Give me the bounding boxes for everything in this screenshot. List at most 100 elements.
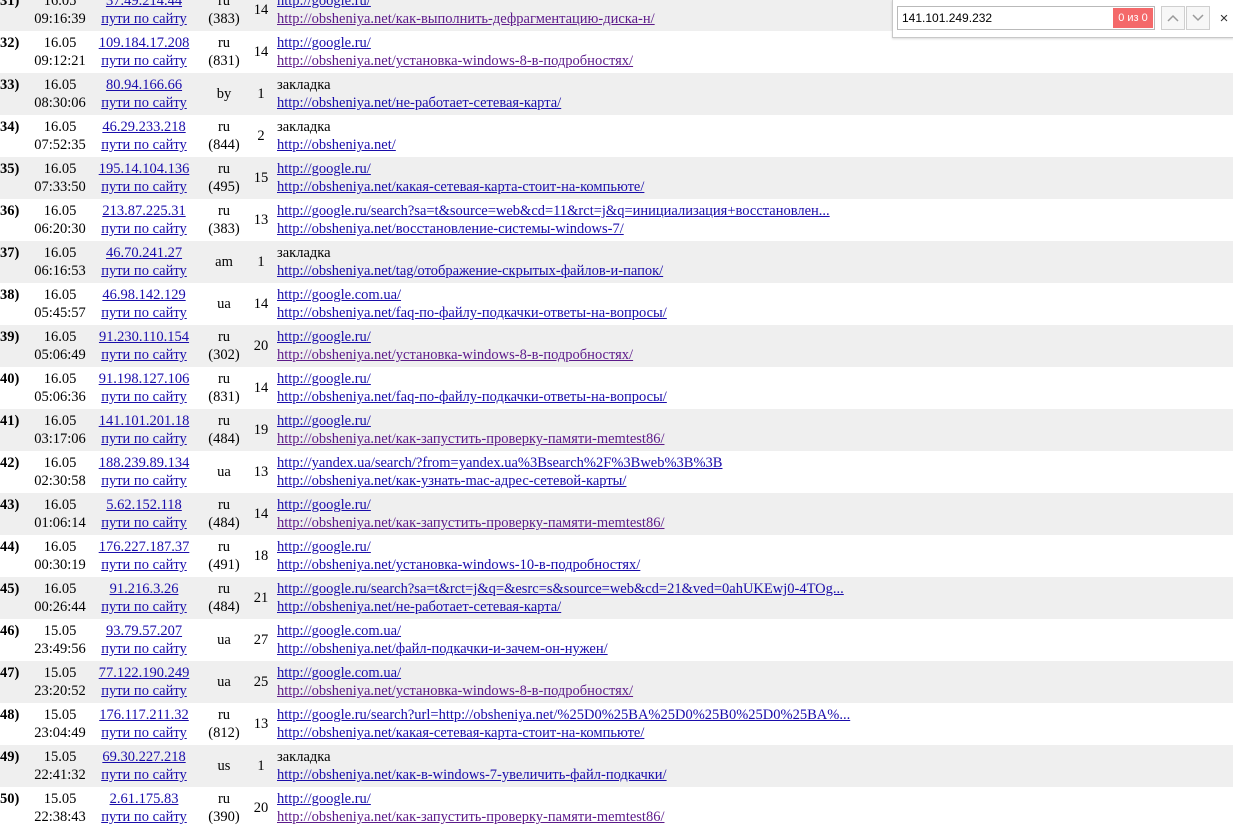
ip-address-link[interactable]: 37.49.214.44 [106,0,182,9]
country-visits-count: (495) [208,179,240,195]
landing-page-link[interactable]: http://obsheniya.net/какая-сетевая-карта… [277,179,644,195]
site-paths-link[interactable]: пути по сайту [101,683,187,699]
landing-page-link[interactable]: http://obsheniya.net/восстановление-сист… [277,221,624,237]
ip-address-link[interactable]: 91.216.3.26 [110,581,179,597]
ip-address-link[interactable]: 2.61.175.83 [110,791,179,807]
referrer-link[interactable]: http://google.ru/ [277,497,371,513]
country-code: ru [217,581,231,597]
site-paths-link[interactable]: пути по сайту [101,473,187,489]
site-paths-link[interactable]: пути по сайту [101,725,187,741]
landing-page-link[interactable]: http://obsheniya.net/faq-по-файлу-подкач… [277,389,667,405]
site-paths-link[interactable]: пути по сайту [101,53,187,69]
ip-address-link[interactable]: 188.239.89.134 [99,455,190,471]
site-paths-link[interactable]: пути по сайту [101,347,187,363]
landing-page-link[interactable]: http://obsheniya.net/ [277,137,396,153]
referrer-bookmark-label: закладка [277,245,331,261]
ip-address-link[interactable]: 46.70.241.27 [106,245,182,261]
links-cell: http://google.ru/http://obsheniya.net/fa… [277,370,667,406]
country-code: by [216,86,232,102]
site-paths-link[interactable]: пути по сайту [101,389,187,405]
referrer-link[interactable]: http://google.ru/ [277,35,371,51]
landing-page-link[interactable]: http://obsheniya.net/файл-подкачки-и-зач… [277,641,608,657]
landing-page-link[interactable]: http://obsheniya.net/установка-windows-8… [277,683,633,699]
ip-address-link[interactable]: 80.94.166.66 [106,77,182,93]
referrer-link[interactable]: http://google.ru/ [277,161,371,177]
ip-address-link[interactable]: 46.29.233.218 [102,119,185,135]
page-depth: 18 [253,548,269,564]
landing-page-link[interactable]: http://obsheniya.net/как-запустить-прове… [277,431,664,447]
referrer-link[interactable]: http://google.ru/ [277,413,371,429]
site-paths-link[interactable]: пути по сайту [101,599,187,615]
referrer-link[interactable]: http://google.ru/ [277,791,371,807]
referrer-link[interactable]: http://google.ru/ [277,371,371,387]
visit-date: 16.05 [43,329,77,345]
row-number: 41) [0,413,20,429]
site-paths-link[interactable]: пути по сайту [101,305,187,321]
site-paths-link[interactable]: пути по сайту [101,95,187,111]
referrer-link[interactable]: http://google.ru/search?sa=t&rct=j&q=&es… [277,581,844,597]
site-paths-link[interactable]: пути по сайту [101,767,187,783]
ip-address-link[interactable]: 69.30.227.218 [102,749,185,765]
landing-page-link[interactable]: http://obsheniya.net/установка-windows-8… [277,53,633,69]
landing-page-link[interactable]: http://obsheniya.net/установка-windows-8… [277,347,633,363]
ip-address-link[interactable]: 91.198.127.106 [99,371,190,387]
table-row: 34) 16.05 07:52:35 46.29.233.218 пути по сай… [0,115,1233,157]
site-paths-link[interactable]: пути по сайту [101,11,187,27]
referrer-link[interactable]: http://google.ru/ [277,0,371,9]
find-previous-button[interactable] [1161,6,1185,30]
ip-address-link[interactable]: 5.62.152.118 [106,497,182,513]
site-paths-link[interactable]: пути по сайту [101,809,187,825]
landing-page-link[interactable]: http://obsheniya.net/как-узнать-mac-адре… [277,473,626,489]
landing-page-link[interactable]: http://obsheniya.net/как-в-windows-7-уве… [277,767,667,783]
row-number: 43) [0,497,20,513]
visitor-cell: 80.94.166.66 пути по сайту [90,76,198,112]
chevron-up-icon [1167,14,1179,22]
referrer-link[interactable]: http://google.ru/search?url=http://obshe… [277,707,850,723]
landing-page-link[interactable]: http://obsheniya.net/не-работает-сетевая… [277,599,561,615]
referrer-link[interactable]: http://google.ru/search?sa=t&source=web&… [277,203,830,219]
landing-page-link[interactable]: http://obsheniya.net/faq-по-файлу-подкач… [277,305,667,321]
landing-page-link[interactable]: http://obsheniya.net/какая-сетевая-карта… [277,725,644,741]
landing-page-link[interactable]: http://obsheniya.net/как-запустить-прове… [277,515,664,531]
site-paths-link[interactable]: пути по сайту [101,641,187,657]
ip-address-link[interactable]: 109.184.17.208 [99,35,190,51]
ip-address-link[interactable]: 176.227.187.37 [99,539,190,555]
find-next-button[interactable] [1186,6,1210,30]
landing-page-link[interactable]: http://obsheniya.net/tag/отображение-скр… [277,263,663,279]
site-paths-link[interactable]: пути по сайту [101,137,187,153]
ip-address-link[interactable]: 46.98.142.129 [102,287,185,303]
referrer-link[interactable]: http://google.ru/ [277,539,371,555]
referrer-link[interactable]: http://google.com.ua/ [277,665,401,681]
landing-page-link[interactable]: http://obsheniya.net/установка-windows-1… [277,557,640,573]
site-paths-link[interactable]: пути по сайту [101,179,187,195]
ip-address-link[interactable]: 93.79.57.207 [106,623,182,639]
ip-address-link[interactable]: 195.14.104.136 [99,161,190,177]
ip-address-link[interactable]: 213.87.225.31 [102,203,185,219]
referrer-link[interactable]: http://google.ru/ [277,329,371,345]
ip-address-link[interactable]: 91.230.110.154 [99,329,189,345]
row-number: 48) [0,707,20,723]
ip-address-link[interactable]: 176.117.211.32 [99,707,189,723]
row-number: 49) [0,749,20,765]
visit-date: 16.05 [43,77,77,93]
site-paths-link[interactable]: пути по сайту [101,431,187,447]
ip-address-link[interactable]: 77.122.190.249 [99,665,190,681]
visit-datetime: 16.05 00:30:19 [30,538,90,574]
site-paths-link[interactable]: пути по сайту [101,557,187,573]
page-depth: 20 [253,338,269,354]
links-cell: http://google.com.ua/http://obsheniya.ne… [277,286,667,322]
landing-page-link[interactable]: http://obsheniya.net/не-работает-сетевая… [277,95,561,111]
ip-address-link[interactable]: 141.101.201.18 [99,413,190,429]
landing-page-link[interactable]: http://obsheniya.net/как-запустить-прове… [277,809,664,825]
find-input[interactable] [898,7,1124,29]
visit-date: 16.05 [43,35,77,51]
referrer-link[interactable]: http://google.com.ua/ [277,623,401,639]
referrer-link[interactable]: http://yandex.ua/search/?from=yandex.ua%… [277,455,722,471]
find-close-button[interactable]: × [1215,6,1233,30]
landing-page-link[interactable]: http://obsheniya.net/как-выполнить-дефра… [277,11,655,27]
site-paths-link[interactable]: пути по сайту [101,515,187,531]
page-depth: 20 [253,800,269,816]
referrer-link[interactable]: http://google.com.ua/ [277,287,401,303]
site-paths-link[interactable]: пути по сайту [101,263,187,279]
site-paths-link[interactable]: пути по сайту [101,221,187,237]
